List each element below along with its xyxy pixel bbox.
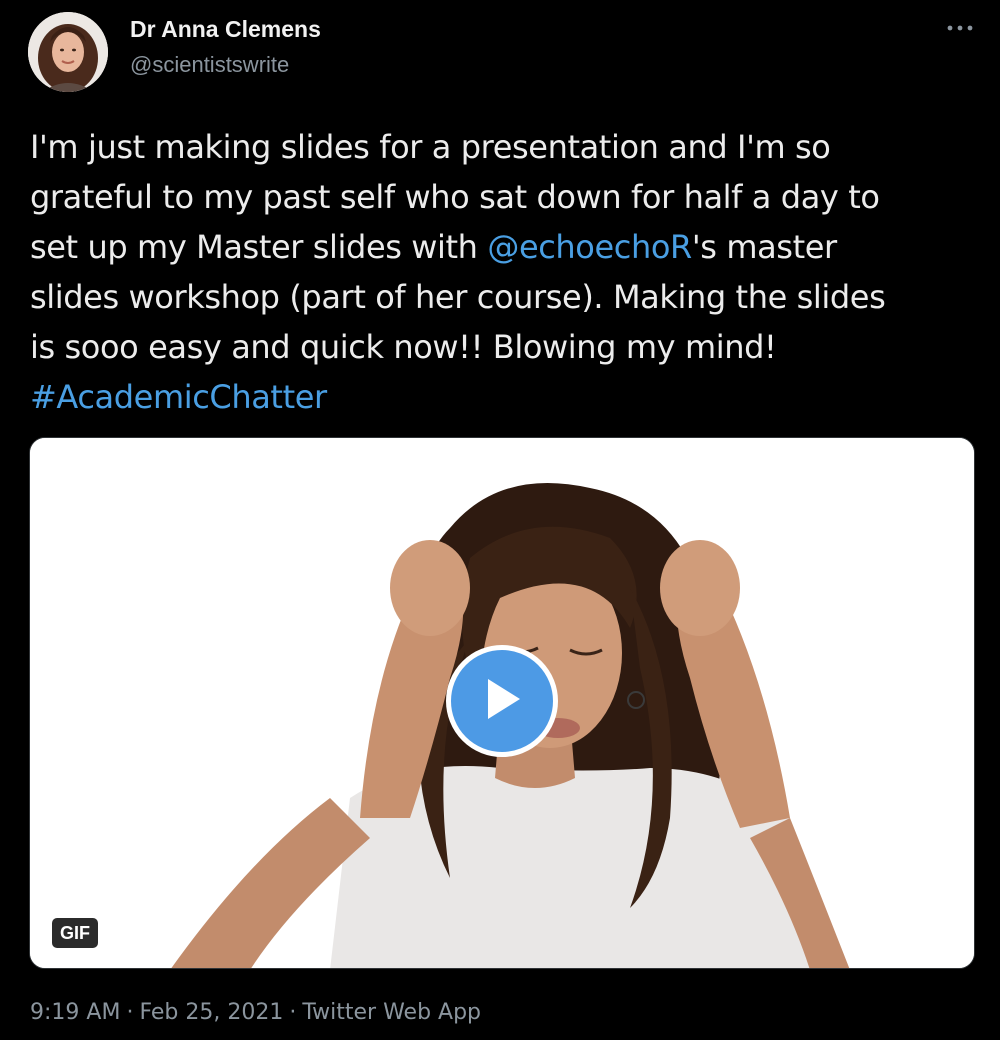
- tweet-text-line: slides workshop (part of her course). Ma…: [30, 278, 886, 316]
- tweet-source[interactable]: Twitter Web App: [302, 1000, 481, 1025]
- tweet-text-line: #AcademicChatter: [30, 372, 980, 422]
- mention-link[interactable]: @echoechoR: [487, 228, 692, 266]
- hashtag-link[interactable]: #AcademicChatter: [30, 378, 327, 416]
- tweet-text-line: is sooo easy and quick now!! Blowing my …: [30, 328, 777, 366]
- avatar[interactable]: [28, 12, 108, 92]
- tweet-time[interactable]: 9:19 AM: [30, 1000, 120, 1025]
- author-handle[interactable]: @scientistswrite: [130, 52, 289, 78]
- meta-separator: ·: [126, 1000, 134, 1025]
- tweet-text-segment: 's master: [691, 228, 837, 266]
- play-icon: [480, 675, 524, 727]
- more-horizontal-icon: [946, 24, 974, 32]
- tweet: Dr Anna Clemens @scientistswrite I'm jus…: [0, 0, 1000, 1040]
- tweet-text-segment: set up my Master slides with: [30, 228, 488, 266]
- play-button[interactable]: [446, 645, 558, 757]
- meta-separator: ·: [289, 1000, 297, 1025]
- tweet-text-line: set up my Master slides with @echoechoR'…: [30, 222, 980, 272]
- tweet-text-line: I'm just making slides for a presentatio…: [30, 128, 831, 166]
- tweet-meta: 9:19 AM · Feb 25, 2021 · Twitter Web App: [30, 1000, 481, 1025]
- more-options-button[interactable]: [946, 14, 974, 42]
- gif-badge: GIF: [52, 918, 98, 948]
- author-name[interactable]: Dr Anna Clemens: [130, 16, 321, 43]
- tweet-text-line: grateful to my past self who sat down fo…: [30, 178, 880, 216]
- tweet-text: I'm just making slides for a presentatio…: [30, 122, 980, 422]
- tweet-date[interactable]: Feb 25, 2021: [139, 1000, 283, 1025]
- gif-media[interactable]: GIF: [29, 437, 975, 969]
